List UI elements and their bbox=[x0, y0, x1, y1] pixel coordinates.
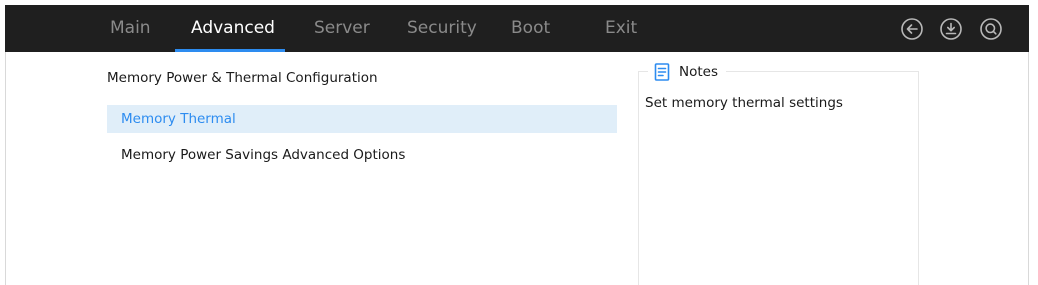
menu-item-memory-power-savings[interactable]: Memory Power Savings Advanced Options bbox=[107, 141, 617, 169]
tab-advanced[interactable]: Advanced bbox=[191, 5, 275, 52]
notes-header: Notes bbox=[648, 62, 726, 82]
frame-left-border bbox=[5, 52, 6, 285]
tab-security[interactable]: Security bbox=[407, 5, 477, 52]
menu-item-memory-thermal[interactable]: Memory Thermal bbox=[107, 105, 617, 133]
tab-server[interactable]: Server bbox=[314, 5, 370, 52]
tab-exit[interactable]: Exit bbox=[605, 5, 637, 52]
notes-text: Set memory thermal settings bbox=[645, 95, 843, 111]
settings-panel: Memory Power & Thermal Configuration Mem… bbox=[107, 52, 617, 285]
top-nav-bar: Main Advanced Server Security Boot Exit bbox=[5, 5, 1029, 52]
section-title: Memory Power & Thermal Configuration bbox=[107, 70, 378, 86]
frame-right-border bbox=[1028, 52, 1029, 285]
tab-boot[interactable]: Boot bbox=[511, 5, 550, 52]
back-icon[interactable] bbox=[900, 17, 924, 41]
notes-title: Notes bbox=[679, 64, 718, 80]
notes-icon bbox=[654, 63, 670, 81]
save-icon[interactable] bbox=[939, 17, 963, 41]
search-icon[interactable] bbox=[979, 17, 1003, 41]
tab-main[interactable]: Main bbox=[110, 5, 151, 52]
